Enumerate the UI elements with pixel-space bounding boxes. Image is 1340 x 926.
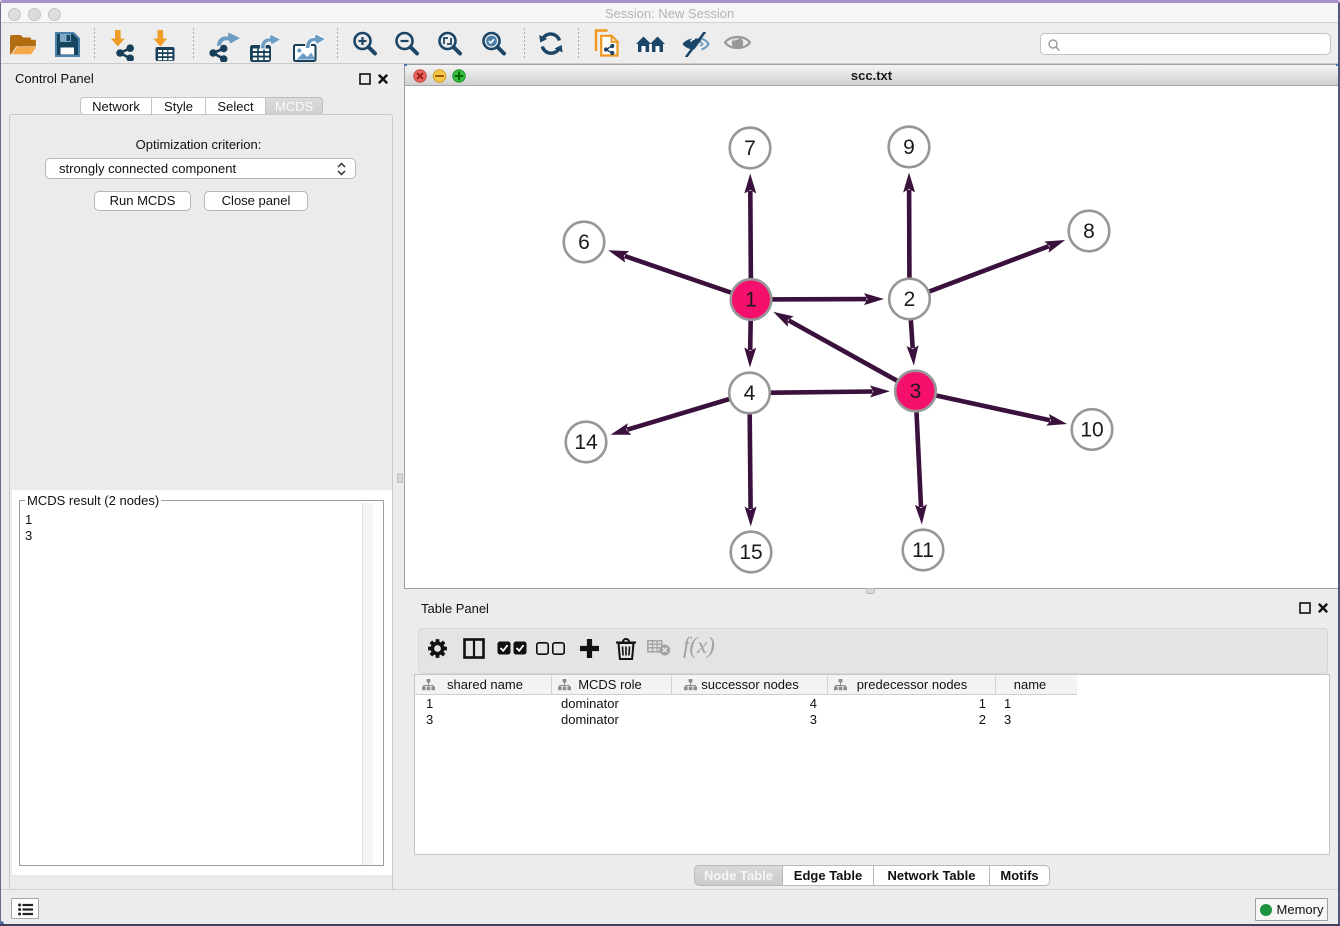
- svg-text:7: 7: [744, 137, 756, 160]
- svg-text:1: 1: [745, 289, 757, 312]
- svg-text:4: 4: [744, 382, 756, 405]
- svg-text:3: 3: [910, 380, 922, 403]
- svg-text:14: 14: [574, 431, 598, 454]
- svg-text:6: 6: [578, 231, 590, 254]
- svg-text:10: 10: [1080, 419, 1103, 442]
- svg-text:9: 9: [903, 136, 915, 159]
- svg-text:11: 11: [912, 539, 934, 562]
- svg-text:8: 8: [1083, 220, 1095, 243]
- svg-text:2: 2: [904, 288, 916, 311]
- svg-text:15: 15: [739, 541, 762, 564]
